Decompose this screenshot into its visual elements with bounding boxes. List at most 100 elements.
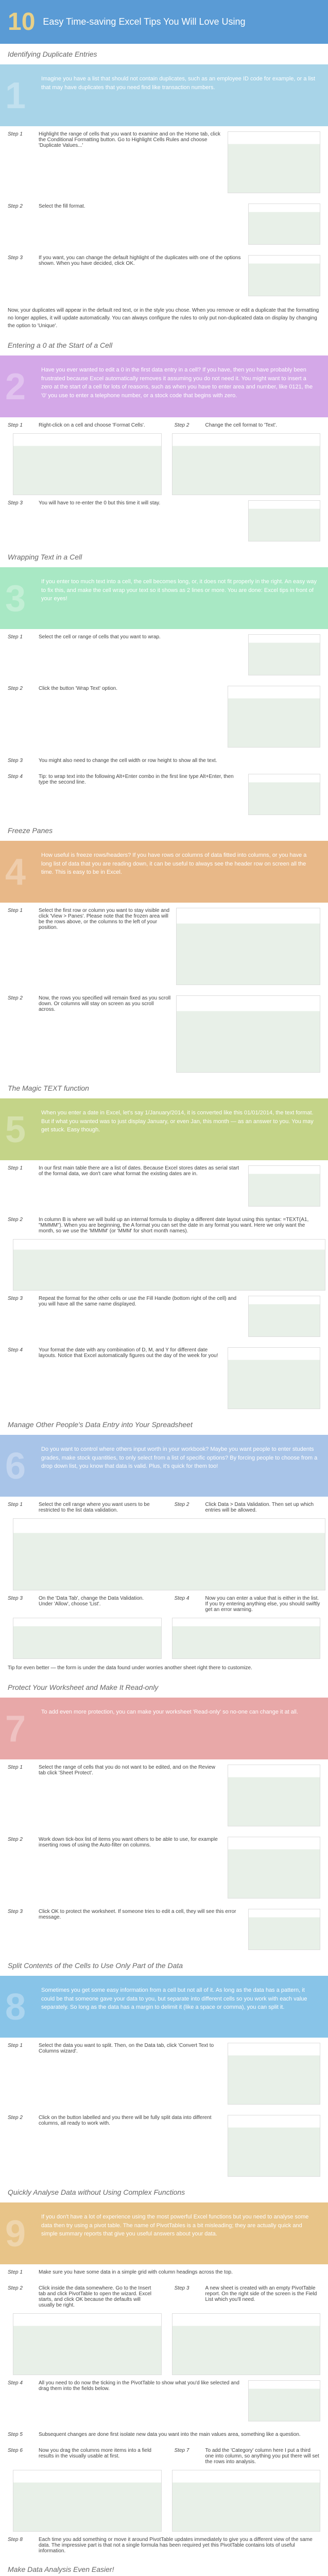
excel-screenshot — [176, 995, 320, 1073]
step-label: Step 2 — [8, 1217, 39, 1234]
tip-5-number: 5 — [5, 1109, 26, 1151]
tip-5-step-4: Step 4 Your format the date with any com… — [0, 1342, 328, 1414]
tip-9-step-1: Step 1 Make sure you have some data in a… — [0, 2264, 328, 2280]
tip-5-step-2: Step 2 In column B is where we will buil… — [0, 1212, 328, 1239]
step-text: Now you drag the columns more items into… — [39, 2448, 154, 2465]
tip-1-section: Identifying Duplicate Entries 1 Imagine … — [0, 44, 328, 335]
tip-9-header: Quickly Analyse Data without Using Compl… — [0, 2182, 328, 2202]
excel-screenshot — [228, 1347, 320, 1409]
tip-9-step-3: Step 3 A new sheet is created with an em… — [167, 2280, 328, 2313]
step-text: A new sheet is created with an empty Piv… — [205, 2285, 321, 2308]
tip-3-number: 3 — [5, 578, 26, 620]
tip-4-step-2: Step 2 Now, the rows you specified will … — [0, 990, 328, 1078]
step-text: You might also need to change the cell w… — [39, 758, 320, 764]
step-text: In our first main table there are a list… — [39, 1165, 243, 1207]
excel-screenshot — [248, 1909, 320, 1950]
tip-6-note: Tip for even better — the form is under … — [0, 1659, 328, 1677]
step-label: Step 2 — [175, 1502, 205, 1513]
step-label: Step 4 — [8, 2380, 39, 2421]
tip-4-intro-box: 4 How useful is freeze rows/headers? If … — [0, 841, 328, 903]
tip-8-number: 8 — [5, 1986, 26, 2028]
tip-1-intro: Imagine you have a list that should not … — [41, 75, 318, 92]
step-label: Step 3 — [8, 1296, 39, 1337]
step-label: Step 3 — [8, 1596, 39, 1613]
tip-1-step-1: Step 1 Highlight the range of cells that… — [0, 126, 328, 198]
step-label: Step 2 — [8, 204, 39, 245]
header-title: Easy Time-saving Excel Tips You Will Lov… — [43, 16, 245, 27]
step-text: Tip: to wrap text into the following Alt… — [39, 774, 243, 815]
tip-7-header: Protect Your Worksheet and Make It Read-… — [0, 1677, 328, 1698]
step-label: Step 1 — [8, 908, 39, 985]
tip-2-header: Entering a 0 at the Start of a Cell — [0, 335, 328, 355]
step-text: All you need to do now the ticking in th… — [39, 2380, 243, 2421]
tip-2-step-2: Step 2 Change the cell format to 'Text'. — [167, 417, 328, 433]
tip-8-intro: Sometimes you get some easy information … — [41, 1986, 318, 2012]
tip-10-section: Make Data Analysis Even Easier! 10 Now y… — [0, 2559, 328, 2576]
excel-screenshot — [248, 774, 320, 815]
tip-6-intro-box: 6 Do you want to control where others in… — [0, 1435, 328, 1497]
step-text: Select the cell or range of cells that y… — [39, 634, 243, 675]
page-header: 10 Easy Time-saving Excel Tips You Will … — [0, 0, 328, 44]
tip-5-header: The Magic TEXT function — [0, 1078, 328, 1098]
step-text: Select the cell range where you want use… — [39, 1502, 154, 1513]
step-text: Work down tick-box list of items you wan… — [39, 1837, 222, 1899]
excel-screenshot — [248, 204, 320, 245]
tip-10-header: Make Data Analysis Even Easier! — [0, 2559, 328, 2576]
tip-6-section: Manage Other People's Data Entry into Yo… — [0, 1414, 328, 1677]
tip-4-number: 4 — [5, 851, 26, 893]
step-label: Step 1 — [8, 1502, 39, 1513]
tip-1-step-3: Step 3 If you want, you can change the d… — [0, 250, 328, 301]
excel-screenshot — [228, 131, 320, 193]
header-number: 10 — [8, 8, 35, 36]
tip-2-intro-box: 2 Have you ever wanted to edit a 0 in th… — [0, 355, 328, 417]
step-text: Select the data you want to split. Then,… — [39, 2043, 222, 2105]
excel-screenshot — [13, 2470, 162, 2532]
step-label: Step 5 — [8, 2432, 39, 2437]
step-label: Step 3 — [8, 1909, 39, 1950]
tip-8-section: Split Contents of the Cells to Use Only … — [0, 1955, 328, 2182]
tip-8-header: Split Contents of the Cells to Use Only … — [0, 1955, 328, 1976]
excel-screenshot — [13, 433, 162, 495]
tip-6-step-2: Step 2 Click Data > Data Validation. The… — [167, 1497, 328, 1518]
step-text: Right-click on a cell and choose 'Format… — [39, 422, 154, 428]
step-text: You will have to re-enter the 0 but this… — [39, 500, 243, 541]
tip-7-step-1: Step 1 Select the range of cells that yo… — [0, 1759, 328, 1832]
step-text: In column B is where we will build up an… — [39, 1217, 320, 1234]
excel-screenshot — [13, 1618, 162, 1659]
tip-3-step-3: Step 3 You might also need to change the… — [0, 753, 328, 769]
tip-5-intro-box: 5 When you enter a date in Excel, let's … — [0, 1098, 328, 1160]
tip-2-intro: Have you ever wanted to edit a 0 in the … — [41, 366, 318, 400]
excel-screenshot — [228, 1837, 320, 1899]
tip-4-section: Freeze Panes 4 How useful is freeze rows… — [0, 820, 328, 1078]
step-label: Step 1 — [8, 1165, 39, 1207]
step-label: Step 4 — [8, 1347, 39, 1409]
tip-7-number: 7 — [5, 1708, 26, 1750]
tip-5-step-3: Step 3 Repeat the format for the other c… — [0, 1291, 328, 1342]
tip-9-step-2: Step 2 Click inside the data somewhere. … — [0, 2280, 162, 2313]
tip-3-step-2: Step 2 Click the button 'Wrap Text' opti… — [0, 681, 328, 753]
tip-9-step-7: Step 7 To add the 'Category' column here… — [167, 2443, 328, 2470]
excel-screenshot — [172, 1618, 321, 1659]
tip-8-step-1: Step 1 Select the data you want to split… — [0, 2038, 328, 2110]
step-label: Step 1 — [8, 634, 39, 675]
tip-3-step-4: Step 4 Tip: to wrap text into the follow… — [0, 769, 328, 820]
tip-3-header: Wrapping Text in a Cell — [0, 547, 328, 567]
tip-6-step-1: Step 1 Select the cell range where you w… — [0, 1497, 162, 1518]
excel-screenshot — [228, 1765, 320, 1826]
step-text: Highlight the range of cells that you wa… — [39, 131, 222, 193]
step-text: Click on the button labelled and you the… — [39, 2115, 222, 2177]
step-text: Select the range of cells that you do no… — [39, 1765, 222, 1826]
tip-7-intro-box: 7 To add even more protection, you can m… — [0, 1698, 328, 1759]
step-label: Step 3 — [175, 2285, 205, 2308]
excel-screenshot — [248, 255, 320, 296]
tip-9-intro: If you don't have a lot of experience us… — [41, 2213, 318, 2239]
tip-6-step-4: Step 4 Now you can enter a value that is… — [167, 1590, 328, 1618]
excel-screenshot — [228, 2043, 320, 2105]
step-text: Your format the date with any combinatio… — [39, 1347, 222, 1409]
tip-9-step-8: Step 8 Each time you add something or mo… — [0, 2532, 328, 2559]
step-label: Step 2 — [8, 2115, 39, 2177]
step-text: Now, the rows you specified will remain … — [39, 995, 171, 1073]
excel-formula-screenshot — [13, 1239, 325, 1291]
tip-4-step-1: Step 1 Select the first row or column yo… — [0, 903, 328, 990]
step-label: Step 1 — [8, 2269, 39, 2275]
